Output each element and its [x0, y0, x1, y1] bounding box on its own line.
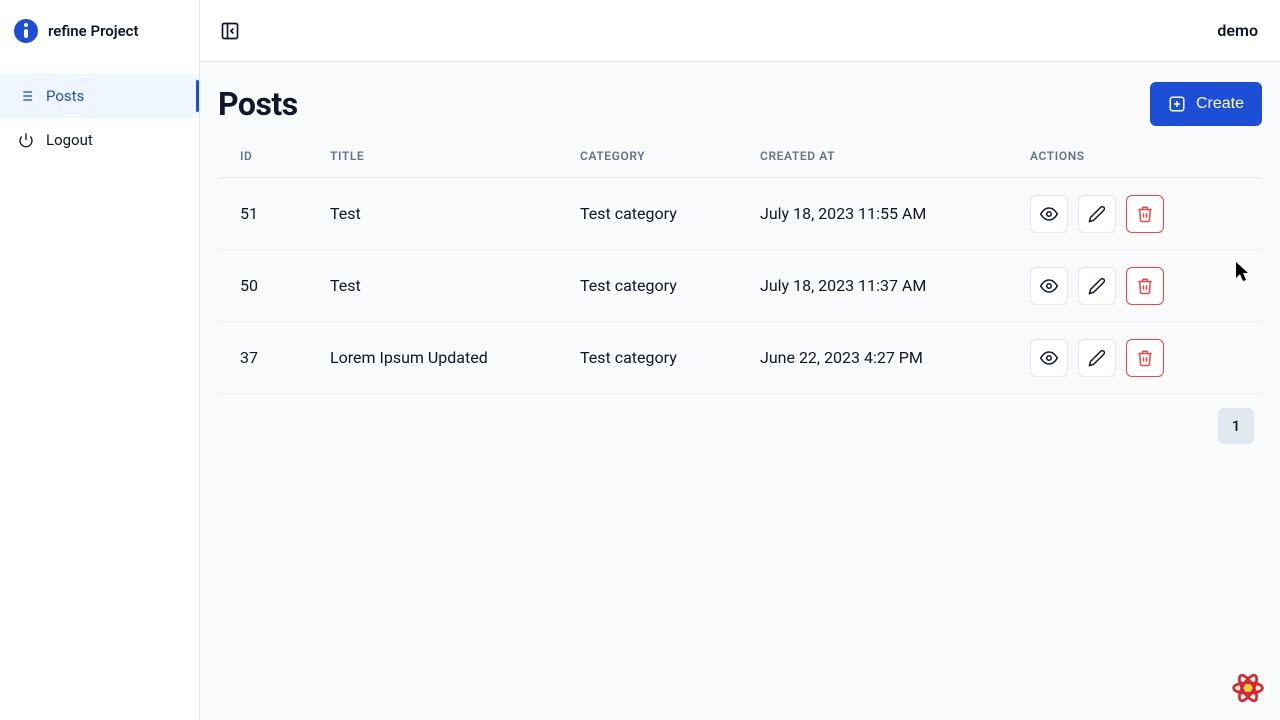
main-area: demo Posts Create ID TITLE CATEGORY CREA…: [200, 0, 1280, 720]
page-content: Posts Create ID TITLE CATEGORY CREATED A…: [200, 62, 1280, 464]
cell-created-at: July 18, 2023 11:55 AM: [760, 204, 1030, 223]
pagination: 1: [218, 394, 1262, 444]
table-row: 37 Lorem Ipsum Updated Test category Jun…: [218, 322, 1262, 394]
col-header-title: TITLE: [330, 149, 580, 163]
trash-icon: [1136, 205, 1154, 223]
delete-button[interactable]: [1126, 267, 1164, 305]
cell-actions: [1030, 267, 1240, 305]
cell-category: Test category: [580, 276, 760, 295]
page-number-button[interactable]: 1: [1218, 408, 1254, 444]
create-button-label: Create: [1196, 95, 1244, 113]
cell-category: Test category: [580, 348, 760, 367]
topbar: demo: [200, 0, 1280, 62]
edit-button[interactable]: [1078, 339, 1116, 377]
table-header-row: ID TITLE CATEGORY CREATED AT ACTIONS: [218, 134, 1262, 178]
edit-button[interactable]: [1078, 195, 1116, 233]
sidebar-collapse-button[interactable]: [216, 17, 244, 45]
devtools-badge-icon[interactable]: [1230, 670, 1266, 706]
cell-title: Lorem Ipsum Updated: [330, 348, 580, 367]
pencil-icon: [1088, 349, 1106, 367]
cell-id: 37: [240, 348, 330, 367]
view-button[interactable]: [1030, 195, 1068, 233]
cell-title: Test: [330, 204, 580, 223]
create-button[interactable]: Create: [1150, 82, 1262, 126]
sidebar-item-posts[interactable]: Posts: [0, 74, 199, 118]
col-header-created-at: CREATED AT: [760, 149, 1030, 163]
list-icon: [18, 88, 34, 104]
trash-icon: [1136, 349, 1154, 367]
col-header-actions: ACTIONS: [1030, 149, 1240, 163]
cell-actions: [1030, 339, 1240, 377]
pencil-icon: [1088, 205, 1106, 223]
cell-created-at: July 18, 2023 11:37 AM: [760, 276, 1030, 295]
cell-id: 51: [240, 204, 330, 223]
cell-id: 50: [240, 276, 330, 295]
cell-category: Test category: [580, 204, 760, 223]
cell-created-at: June 22, 2023 4:27 PM: [760, 348, 1030, 367]
power-icon: [18, 132, 34, 148]
eye-icon: [1040, 277, 1058, 295]
table-row: 50 Test Test category July 18, 2023 11:3…: [218, 250, 1262, 322]
cell-actions: [1030, 195, 1240, 233]
posts-table: ID TITLE CATEGORY CREATED AT ACTIONS 51 …: [218, 134, 1262, 394]
sidebar-nav: Posts Logout: [0, 62, 199, 162]
sidebar-item-logout[interactable]: Logout: [0, 118, 199, 162]
brand-row: refine Project: [0, 0, 199, 62]
sidebar-item-label: Posts: [46, 87, 84, 105]
col-header-id: ID: [240, 149, 330, 163]
eye-icon: [1040, 349, 1058, 367]
sidebar: refine Project Posts Logout: [0, 0, 200, 720]
cell-title: Test: [330, 276, 580, 295]
view-button[interactable]: [1030, 267, 1068, 305]
trash-icon: [1136, 277, 1154, 295]
eye-icon: [1040, 205, 1058, 223]
table-row: 51 Test Test category July 18, 2023 11:5…: [218, 178, 1262, 250]
brand-name: refine Project: [48, 22, 139, 40]
sidebar-item-label: Logout: [46, 131, 93, 149]
delete-button[interactable]: [1126, 195, 1164, 233]
view-button[interactable]: [1030, 339, 1068, 377]
brand-logo-icon: [14, 19, 38, 43]
page-header: Posts Create: [218, 82, 1262, 126]
current-user-label: demo: [1217, 21, 1264, 40]
col-header-category: CATEGORY: [580, 149, 760, 163]
pencil-icon: [1088, 277, 1106, 295]
delete-button[interactable]: [1126, 339, 1164, 377]
edit-button[interactable]: [1078, 267, 1116, 305]
page-title: Posts: [218, 85, 298, 123]
plus-square-icon: [1168, 95, 1186, 113]
